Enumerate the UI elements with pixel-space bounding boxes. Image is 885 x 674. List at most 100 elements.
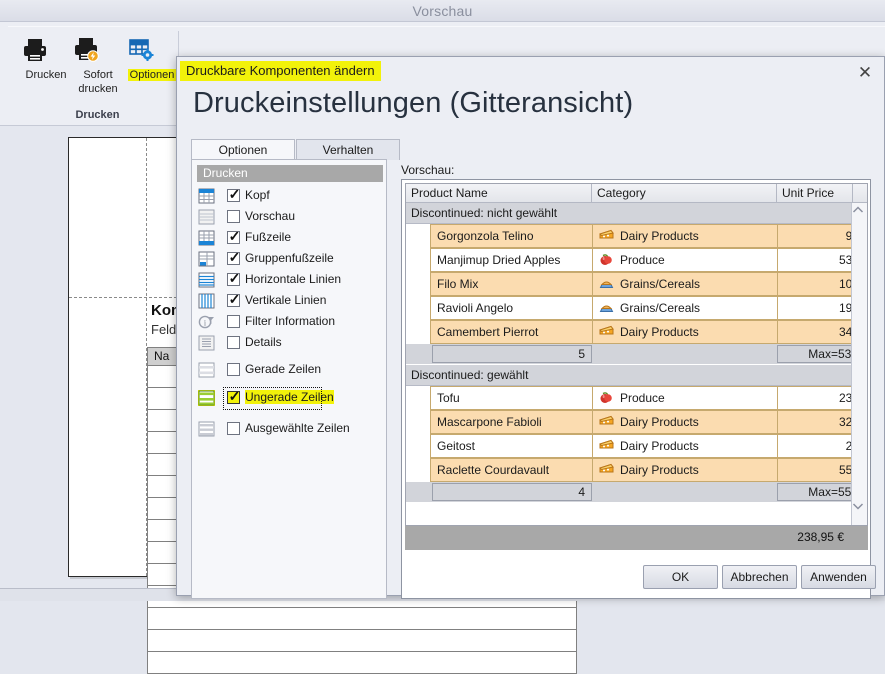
- table-row[interactable]: Filo Mix Grains/Cereals 10,20 €: [406, 272, 867, 296]
- cell-product-name: Mascarpone Fabioli: [430, 410, 593, 434]
- quick-print-button[interactable]: Sofort drucken: [72, 35, 124, 95]
- selected-rows-icon: [198, 421, 215, 437]
- option-checkbox-vertikale-linien[interactable]: [227, 291, 241, 308]
- tab-optionen-label: Optionen: [218, 143, 268, 157]
- print-settings-dialog: Druckbare Komponenten ändern ✕ Druckeins…: [176, 56, 885, 599]
- cell-product-name: Camembert Pierrot: [430, 320, 593, 344]
- table-row[interactable]: Camembert Pierrot Dairy Products 34,00 €: [406, 320, 867, 344]
- option-row-vorschau[interactable]: Vorschau: [197, 207, 387, 228]
- option-row-ausgewaehlte-zeilen[interactable]: Ausgewählte Zeilen: [197, 419, 387, 440]
- tab-verhalten[interactable]: Verhalten: [296, 139, 400, 160]
- grid-footer-icon: [198, 230, 215, 246]
- option-row-gruppenfusszeile[interactable]: Gruppenfußzeile: [197, 249, 387, 270]
- preview-grid-body: Discontinued: nicht gewählt Gorgonzola T…: [406, 203, 867, 525]
- option-label-gruppenfusszeile: Gruppenfußzeile: [245, 251, 334, 265]
- option-row-ungerade-zeilen[interactable]: Ungerade Zeilen: [197, 387, 387, 410]
- option-checkbox-gruppenfusszeile[interactable]: [227, 249, 241, 266]
- option-row-details[interactable]: Details: [197, 333, 387, 354]
- cell-category: Dairy Products: [592, 458, 778, 482]
- apple-icon: [599, 391, 616, 404]
- option-row-fusszeile[interactable]: Fußzeile: [197, 228, 387, 249]
- even-rows-icon: [198, 362, 215, 378]
- grand-total-row: 238,95 €: [405, 526, 868, 550]
- cheese-icon: [599, 463, 616, 476]
- option-checkbox-kopf[interactable]: [227, 186, 241, 203]
- options-group-title: Drucken: [197, 165, 383, 182]
- option-checkbox-filter-information[interactable]: [227, 315, 240, 328]
- cell-category-label: Produce: [620, 253, 665, 267]
- option-checkbox-details[interactable]: [227, 336, 240, 349]
- cell-category: Dairy Products: [592, 320, 778, 344]
- option-focus-rectangle: [223, 387, 322, 410]
- options-button[interactable]: Optionen: [126, 35, 178, 81]
- summary-count: 5: [432, 345, 592, 363]
- option-label-vertikale-linien: Vertikale Linien: [245, 293, 327, 307]
- cell-category-label: Dairy Products: [620, 415, 699, 429]
- table-row[interactable]: Tofu Produce 23,25 €: [406, 386, 867, 410]
- chevron-down-icon[interactable]: [852, 501, 867, 517]
- table-row[interactable]: Ravioli Angelo Grains/Cereals 19,50 €: [406, 296, 867, 320]
- print-button[interactable]: Drucken: [20, 35, 72, 81]
- column-header-category[interactable]: Category: [592, 184, 777, 203]
- option-checkbox-gerade-zeilen[interactable]: [227, 363, 240, 376]
- vertical-lines-icon: [198, 293, 215, 309]
- cell-category: Produce: [592, 248, 778, 272]
- preview-grid-header-row: Product Name Category Unit Price: [406, 184, 867, 203]
- option-row-kopf[interactable]: Kopf: [197, 186, 387, 207]
- option-checkbox-horizontale-linien[interactable]: [227, 270, 241, 287]
- option-label-horizontale-linien: Horizontale Linien: [245, 272, 342, 286]
- option-row-horizontale-linien[interactable]: Horizontale Linien: [197, 270, 387, 291]
- chevron-up-icon[interactable]: [852, 205, 867, 221]
- cancel-button[interactable]: Abbrechen: [722, 565, 797, 589]
- document-subheading: Feld: [151, 322, 177, 337]
- tab-optionen[interactable]: Optionen: [191, 139, 295, 160]
- cell-category: Dairy Products: [592, 434, 778, 458]
- apply-button[interactable]: Anwenden: [801, 565, 876, 589]
- cheese-icon: [599, 415, 616, 428]
- group-header-row[interactable]: Discontinued: gewählt: [406, 365, 853, 386]
- cheese-icon: [599, 439, 616, 452]
- option-row-filter-information[interactable]: i Filter Information: [197, 312, 387, 333]
- table-row[interactable]: Mascarpone Fabioli Dairy Products 32,00 …: [406, 410, 867, 434]
- option-checkbox-fusszeile[interactable]: [227, 228, 241, 245]
- details-icon: [198, 335, 215, 351]
- svg-text:i: i: [204, 319, 207, 328]
- document-grid-row: [147, 652, 577, 674]
- option-row-vertikale-linien[interactable]: Vertikale Linien: [197, 291, 387, 312]
- horizontal-lines-icon: [198, 272, 215, 288]
- table-row[interactable]: Manjimup Dried Apples Produce 53,00 €: [406, 248, 867, 272]
- option-label-gerade-zeilen: Gerade Zeilen: [245, 362, 322, 376]
- option-checkbox-ausgewaehlte-zeilen[interactable]: [227, 422, 240, 435]
- cell-category: Dairy Products: [592, 410, 778, 434]
- option-checkbox-vorschau[interactable]: [227, 210, 240, 223]
- close-icon[interactable]: ✕: [854, 62, 876, 84]
- grid-options-icon: [126, 35, 178, 67]
- cheese-icon: [599, 229, 616, 242]
- table-row[interactable]: Gorgonzola Telino Dairy Products 9,50 €: [406, 224, 867, 248]
- cell-category-label: Grains/Cereals: [620, 277, 701, 291]
- dialog-titlebar: Druckbare Komponenten ändern ✕: [177, 57, 884, 88]
- cell-product-name: Tofu: [430, 386, 593, 410]
- option-label-details: Details: [245, 335, 282, 349]
- ok-button[interactable]: OK: [643, 565, 718, 589]
- option-row-gerade-zeilen[interactable]: Gerade Zeilen: [197, 360, 387, 381]
- cell-category-label: Dairy Products: [620, 325, 699, 339]
- group-header-row[interactable]: Discontinued: nicht gewählt: [406, 203, 853, 224]
- preview-grid-scrollbar[interactable]: [851, 203, 867, 525]
- cell-category-label: Dairy Products: [620, 229, 699, 243]
- quick-print-label-2: drucken: [78, 83, 118, 95]
- options-panel: Drucken Kopf Vorschau Fußzeile: [191, 159, 387, 599]
- cell-product-name: Raclette Courdavault: [430, 458, 593, 482]
- column-header-filler: [853, 184, 867, 203]
- column-header-product-name[interactable]: Product Name: [406, 184, 592, 203]
- table-row[interactable]: Raclette Courdavault Dairy Products 55,0…: [406, 458, 867, 482]
- print-button-label: Drucken: [25, 69, 67, 81]
- window-titlebar: Vorschau: [0, 0, 885, 22]
- cell-category-label: Produce: [620, 391, 665, 405]
- column-header-unit-price[interactable]: Unit Price: [777, 184, 853, 203]
- group-summary-row: 4 Max=55,00 €: [406, 482, 867, 502]
- dialog-heading: Druckeinstellungen (Gitteransicht): [193, 87, 634, 119]
- printer-icon: [20, 35, 72, 67]
- table-row[interactable]: Geitost Dairy Products 2,50 €: [406, 434, 867, 458]
- option-label-vorschau: Vorschau: [245, 209, 296, 223]
